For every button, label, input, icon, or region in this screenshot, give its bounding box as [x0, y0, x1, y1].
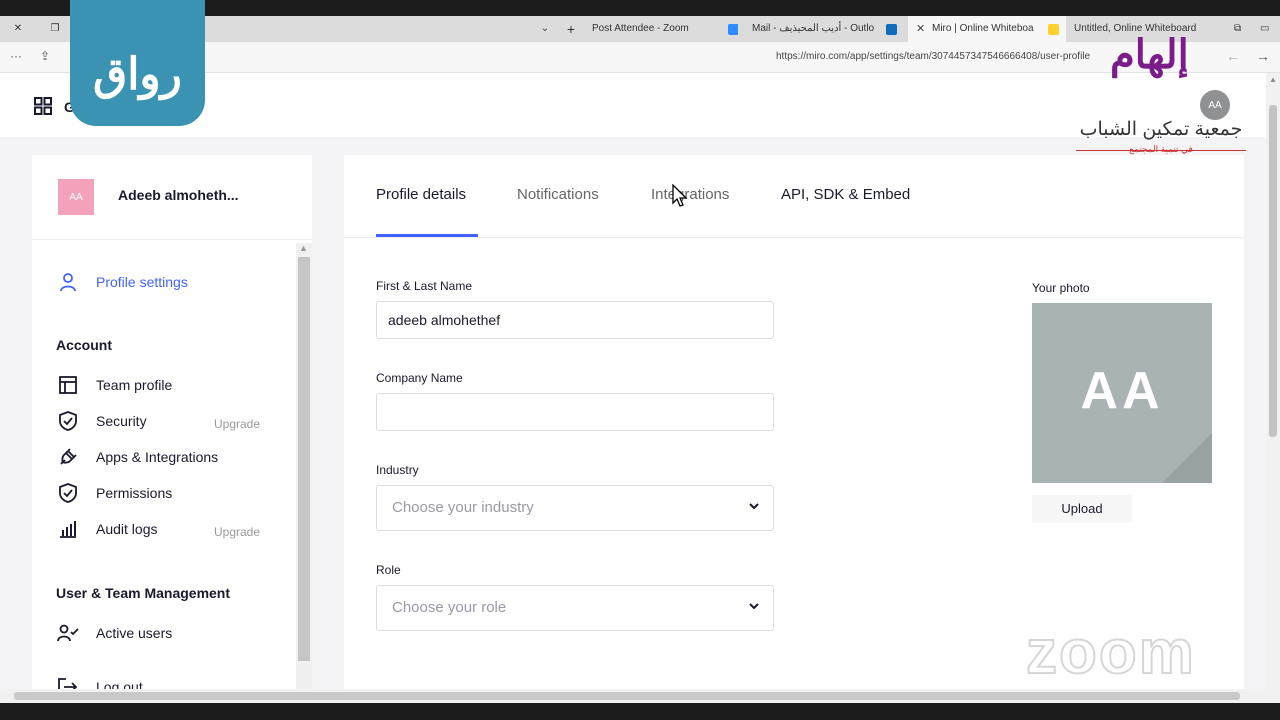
association-logo: إلهام AA جمعية تمكين الشباب في تنمية الم…	[1076, 22, 1246, 162]
tab-api-sdk-embed[interactable]: API, SDK & Embed	[781, 186, 910, 203]
name-label: First & Last Name	[376, 279, 473, 293]
profile-photo: AA	[1032, 303, 1212, 483]
sidebar-item-label: Security	[96, 413, 147, 429]
user-team-management-heading: User & Team Management	[56, 585, 231, 601]
photo-label: Your photo	[1032, 281, 1090, 295]
sidebar-item-label: Apps & Integrations	[96, 449, 219, 465]
restore-icon[interactable]: ❐	[48, 16, 62, 42]
name-field[interactable]: adeeb almohethef	[376, 301, 774, 339]
settings-sidebar: AA Adeeb almoheth... Profile settings Ac…	[32, 155, 312, 689]
tab-mail[interactable]: Mail - أديب المحيذيف - Outlo	[748, 16, 906, 42]
sidebar-item-active-users[interactable]: Active users	[56, 621, 172, 645]
zoom-favicon-icon	[728, 24, 738, 35]
sidebar-scrollbar[interactable]: ▲	[296, 243, 312, 689]
avatar: AA	[58, 179, 94, 215]
sidebar-item-team-profile[interactable]: Team profile	[56, 373, 172, 397]
scroll-thumb[interactable]	[14, 692, 1240, 700]
upgrade-badge[interactable]: Upgrade	[214, 525, 260, 539]
scroll-up-icon[interactable]: ▲	[299, 243, 308, 253]
sidebar-item-label: Audit logs	[96, 521, 158, 537]
scroll-up-icon[interactable]: ▲	[1269, 75, 1277, 84]
tab-notifications[interactable]: Notifications	[517, 186, 599, 203]
association-subtitle: في تنمية المجتمع	[1129, 144, 1193, 154]
divider	[344, 237, 1244, 238]
role-label: Role	[376, 563, 401, 577]
tab-zoom[interactable]: Post Attendee - Zoom	[588, 16, 738, 42]
logout-icon	[56, 675, 80, 689]
rewaq-logo: رواق	[70, 0, 205, 126]
zoom-watermark: zoom	[1025, 618, 1196, 687]
photo-initials: AA	[1080, 362, 1164, 420]
more-icon[interactable]: ···	[10, 49, 22, 63]
plug-icon	[56, 445, 80, 469]
url-text[interactable]: https://miro.com/app/settings/team/30744…	[776, 51, 1090, 62]
role-placeholder: Choose your role	[392, 599, 507, 616]
miro-favicon-icon	[1048, 24, 1059, 35]
sidebar-item-label: Permissions	[96, 485, 173, 501]
shield-check-icon	[56, 409, 80, 433]
association-name: جمعية تمكين الشباب	[1079, 119, 1243, 140]
user-icon	[56, 270, 80, 294]
close-tab-icon[interactable]: ✕	[916, 16, 925, 42]
close-window-icon[interactable]: ✕	[10, 16, 26, 42]
tab-profile-details[interactable]: Profile details	[376, 186, 466, 203]
window-menu-icon[interactable]: ▭	[1260, 16, 1274, 42]
association-brand-logo: إلهام	[1110, 33, 1189, 77]
sidebar-item-logout[interactable]: Log out	[56, 675, 143, 689]
upgrade-badge[interactable]: Upgrade	[214, 417, 260, 431]
photo-corner-shape	[1162, 433, 1212, 483]
window-bottom-bar	[0, 703, 1280, 720]
share-icon[interactable]: ⇪	[40, 49, 50, 63]
sidebar-item-label: Profile settings	[96, 274, 188, 290]
layout-icon	[56, 373, 80, 397]
upload-button[interactable]: Upload	[1032, 495, 1132, 523]
tab-label: Miro | Online Whiteboa	[932, 23, 1034, 34]
company-field[interactable]	[376, 393, 774, 431]
sidebar-item-security[interactable]: Security	[56, 409, 147, 433]
new-tab-icon[interactable]: +	[564, 16, 578, 42]
sidebar-item-profile-settings[interactable]: Profile settings	[56, 270, 188, 294]
tab-integrations[interactable]: Integrations	[651, 186, 729, 203]
outlook-favicon-icon	[886, 24, 897, 35]
sidebar-item-permissions[interactable]: Permissions	[56, 481, 172, 505]
scroll-thumb[interactable]	[1269, 105, 1277, 437]
tab-label: Mail - أديب المحيذيف - Outlo	[752, 23, 875, 34]
company-label: Company Name	[376, 371, 463, 385]
page: Go t AA Adeeb almoheth... Profile settin…	[0, 73, 1266, 689]
sidebar-item-label: Active users	[96, 625, 173, 641]
chevron-down-icon	[749, 503, 759, 510]
forward-icon[interactable]: →	[1256, 48, 1270, 64]
page-scrollbar[interactable]: ▲	[1266, 73, 1280, 689]
sidebar-item-label: Team profile	[96, 377, 173, 393]
mouse-cursor-icon	[672, 184, 688, 207]
apps-grid-icon[interactable]	[34, 97, 52, 115]
chevron-down-icon[interactable]: ⌄	[538, 16, 552, 42]
account-heading: Account	[56, 337, 112, 353]
industry-select[interactable]: Choose your industry	[376, 485, 774, 531]
user-name: Adeeb almoheth...	[118, 187, 239, 203]
scroll-thumb[interactable]	[298, 257, 310, 661]
user-check-icon	[56, 621, 80, 645]
industry-label: Industry	[376, 463, 419, 477]
role-select[interactable]: Choose your role	[376, 585, 774, 631]
bar-chart-icon	[56, 517, 80, 541]
divider	[32, 239, 312, 240]
sidebar-item-audit-logs[interactable]: Audit logs	[56, 517, 157, 541]
avatar: AA	[1200, 90, 1230, 120]
sidebar-item-label: Log out	[96, 679, 143, 689]
sidebar-item-apps-integrations[interactable]: Apps & Integrations	[56, 445, 218, 469]
profile-details-panel: Profile details Notifications Integratio…	[344, 155, 1244, 689]
horizontal-scrollbar[interactable]	[0, 689, 1280, 703]
shield-check-icon	[56, 481, 80, 505]
tab-label: Post Attendee - Zoom	[592, 23, 689, 34]
tab-miro[interactable]: ✕ Miro | Online Whiteboa	[908, 16, 1066, 42]
chevron-down-icon	[749, 603, 759, 610]
industry-placeholder: Choose your industry	[392, 499, 534, 516]
